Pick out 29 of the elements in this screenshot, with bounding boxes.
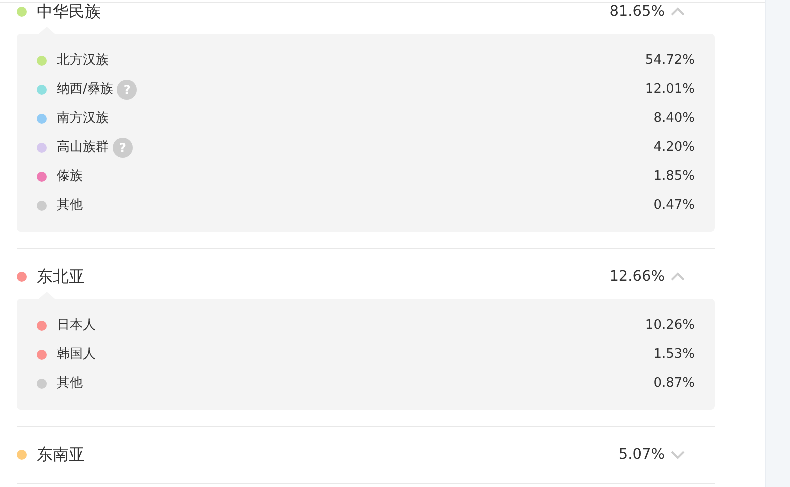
item-percentage: 0.47% (654, 196, 695, 215)
help-icon[interactable]: ? (117, 80, 138, 100)
chevron-up-icon[interactable] (671, 272, 685, 282)
item-name: 纳西/彝族 (57, 80, 114, 99)
item-name: 韩国人 (57, 346, 96, 364)
item-name: 北方汉族 (57, 52, 109, 70)
group-name: 东北亚 (37, 266, 85, 288)
item-name: 高山族群 (57, 138, 109, 157)
help-icon[interactable]: ? (113, 138, 133, 158)
item-percentage: 0.87% (654, 374, 695, 393)
item-name: 南方汉族 (57, 110, 109, 128)
chevron-up-icon[interactable] (671, 7, 685, 17)
chevron-down-icon[interactable] (671, 450, 685, 460)
item-percentage: 4.20% (654, 138, 695, 157)
group-percentage: 5.07% (618, 446, 665, 465)
item-name: 其他 (57, 196, 83, 215)
item-percentage: 8.40% (654, 110, 695, 128)
item-name: 日本人 (57, 316, 96, 335)
group-name: 中华民族 (37, 1, 101, 23)
item-name: 其他 (57, 374, 83, 393)
item-percentage: 1.85% (654, 168, 695, 186)
item-percentage: 10.26% (645, 316, 695, 335)
group-name: 东南亚 (37, 444, 85, 466)
group-percentage: 12.66% (610, 268, 665, 287)
item-percentage: 1.53% (654, 346, 695, 364)
group-percentage: 81.65% (610, 3, 665, 22)
item-name: 傣族 (57, 168, 83, 186)
item-percentage: 54.72% (645, 52, 695, 70)
item-percentage: 12.01% (645, 80, 695, 99)
